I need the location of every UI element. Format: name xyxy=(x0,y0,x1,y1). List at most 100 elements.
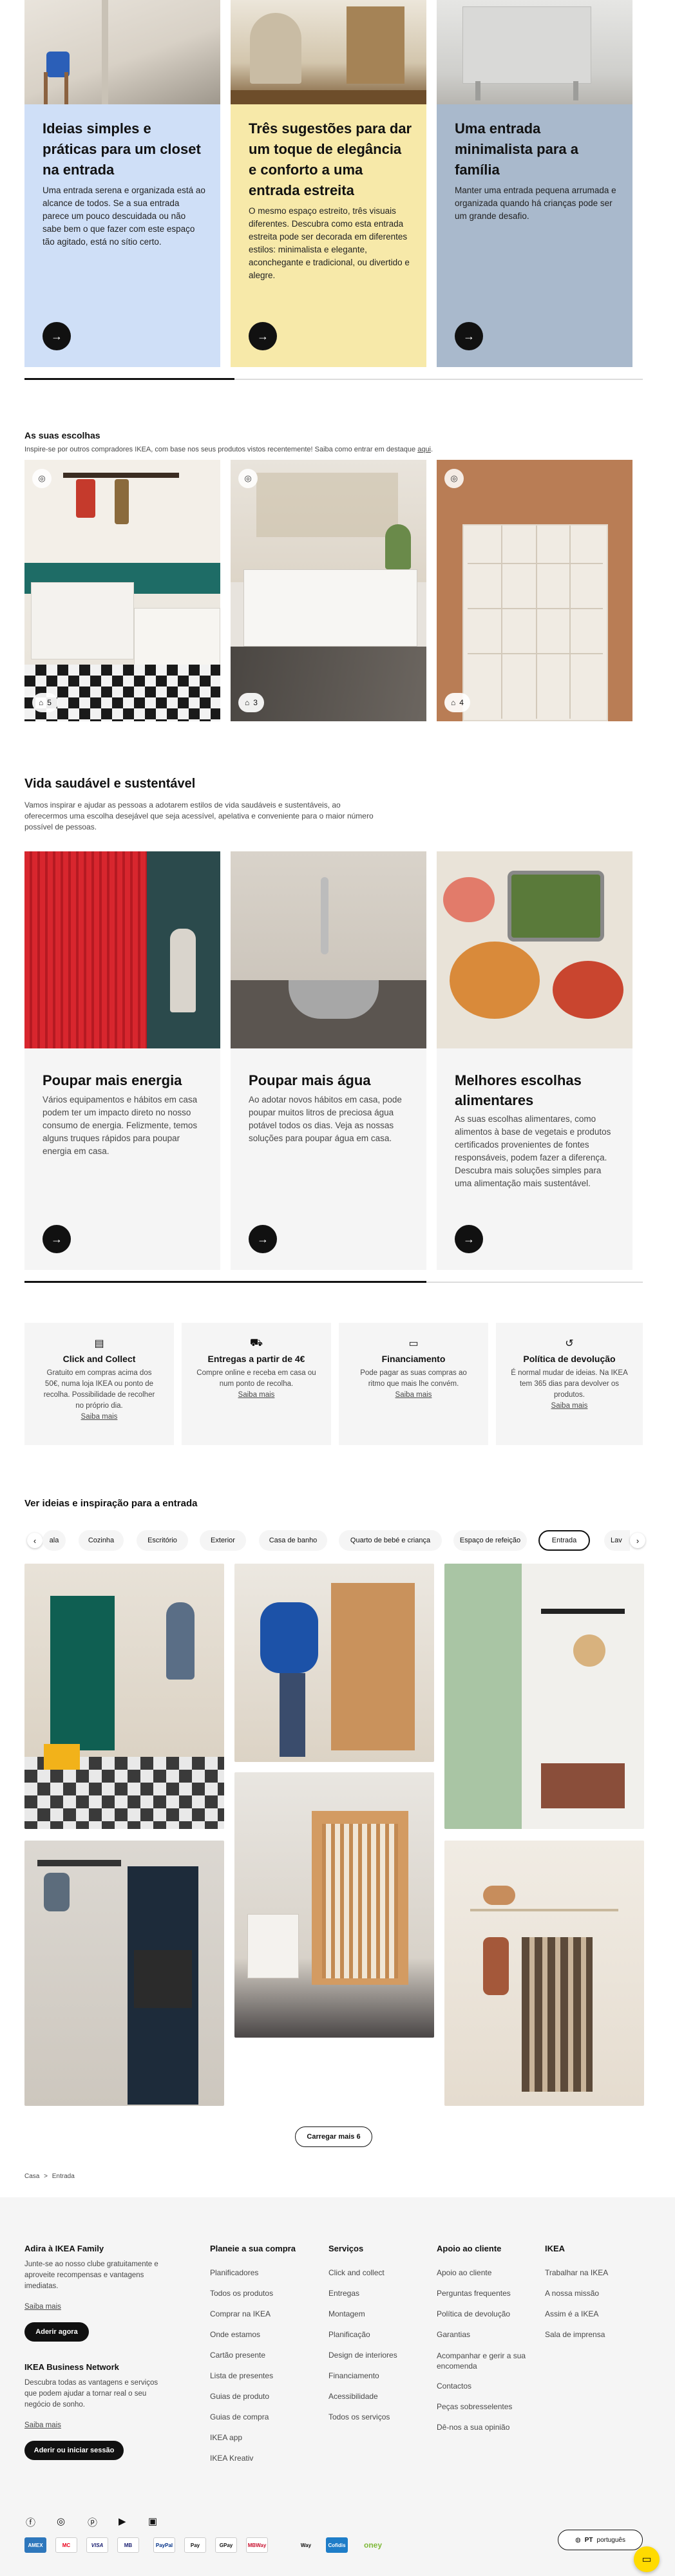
footer-link[interactable]: Onde estamos xyxy=(210,2330,260,2339)
filter-pill[interactable]: Quarto de bebé e criança xyxy=(339,1530,442,1551)
business-saiba-mais-link[interactable]: Saiba mais xyxy=(24,2421,61,2429)
product-tag-badge[interactable]: ⌂ 4 xyxy=(444,693,470,712)
filter-pill[interactable]: ala xyxy=(43,1530,66,1551)
customer-pick-card[interactable]: ◎ ⌂ 3 xyxy=(231,460,426,721)
article-title: Três sugestões para dar um toque de eleg… xyxy=(249,120,412,198)
footer-link[interactable]: Montagem xyxy=(328,2309,365,2318)
footer-link[interactable]: Acessibilidade xyxy=(328,2392,378,2401)
inspiration-image[interactable] xyxy=(24,1564,224,1829)
instagram-icon[interactable]: ◎ xyxy=(57,2515,65,2527)
sustain-card-food[interactable]: Melhores escolhas alimentares As suas es… xyxy=(437,851,632,1270)
footer-link[interactable]: Planificação xyxy=(328,2330,370,2339)
arrow-right-button[interactable]: → xyxy=(43,322,71,350)
camera-lens-icon[interactable]: ◎ xyxy=(238,469,258,488)
arrow-right-button[interactable]: → xyxy=(249,322,277,350)
scroll-right-button[interactable]: › xyxy=(630,1533,645,1548)
customer-pick-card[interactable]: ◎ ⌂ 5 xyxy=(24,460,220,721)
footer-link[interactable]: Todos os produtos xyxy=(210,2289,273,2298)
footer-link[interactable]: Entregas xyxy=(328,2289,359,2298)
footer-link[interactable]: Todos os serviços xyxy=(328,2412,390,2421)
footer-column-title: Serviços xyxy=(328,2244,364,2253)
camera-lens-icon[interactable]: ◎ xyxy=(32,469,52,488)
footer-link[interactable]: Guias de compra xyxy=(210,2412,269,2421)
footer-link[interactable]: Peças sobresselentes xyxy=(437,2402,512,2411)
section-title: Ver ideias e inspiração para a entrada xyxy=(24,1498,198,1509)
section-subtitle: Inspire-se por outros compradores IKEA, … xyxy=(24,444,604,455)
youtube-icon[interactable]: ▶ xyxy=(119,2515,126,2527)
arrow-right-button[interactable]: → xyxy=(455,1225,483,1253)
footer-link[interactable]: Cartão presente xyxy=(210,2351,265,2360)
product-tag-badge[interactable]: ⌂ 5 xyxy=(32,693,58,712)
inspiration-image[interactable] xyxy=(234,1772,434,2038)
footer-link[interactable]: Planificadores xyxy=(210,2268,258,2277)
linkedin-icon[interactable]: ▣ xyxy=(148,2515,157,2527)
filter-pill[interactable]: Casa de banho xyxy=(259,1530,327,1551)
footer-link[interactable]: IKEA app xyxy=(210,2433,242,2442)
filter-pill[interactable]: Espaço de refeição xyxy=(453,1530,527,1551)
load-more-button[interactable]: Carregar mais 6 xyxy=(295,2126,372,2147)
footer-link[interactable]: A nossa missão xyxy=(545,2289,599,2298)
truck-icon: ⛟ xyxy=(249,1338,263,1349)
article-card-family[interactable]: Uma entrada minimalista para a família M… xyxy=(437,0,632,367)
filter-pill[interactable]: Cozinha xyxy=(79,1530,124,1551)
footer-link[interactable]: Design de interiores xyxy=(328,2351,397,2360)
chat-icon: ▭ xyxy=(642,2554,652,2565)
language-selector[interactable]: ◍ PT português xyxy=(558,2530,643,2550)
subtitle-link[interactable]: aqui xyxy=(417,446,431,453)
inspiration-image[interactable] xyxy=(444,1564,644,1829)
carousel-scrollbar-thumb[interactable] xyxy=(24,378,235,380)
service-financing: ▭ Financiamento Pode pagar as suas compr… xyxy=(339,1323,488,1445)
saiba-mais-link[interactable]: Saiba mais xyxy=(81,1413,118,1421)
customer-pick-card[interactable]: ◎ ⌂ 4 xyxy=(437,460,632,721)
filter-pill[interactable]: Lav xyxy=(604,1530,630,1551)
breadcrumb: Casa > Entrada xyxy=(24,2173,75,2180)
inspiration-image[interactable] xyxy=(24,1841,224,2106)
product-tag-badge[interactable]: ⌂ 3 xyxy=(238,693,264,712)
footer-link[interactable]: Financiamento xyxy=(328,2371,379,2380)
carousel-scrollbar-thumb[interactable] xyxy=(24,1281,426,1283)
article-card-narrow[interactable]: Três sugestões para dar um toque de eleg… xyxy=(231,0,426,367)
filter-pill-active[interactable]: Entrada xyxy=(538,1530,590,1551)
scroll-left-button[interactable]: ‹ xyxy=(27,1533,43,1548)
footer-link[interactable]: Lista de presentes xyxy=(210,2371,273,2380)
saiba-mais-link[interactable]: Saiba mais xyxy=(238,1391,275,1399)
join-family-button[interactable]: Aderir agora xyxy=(24,2322,89,2342)
footer-link[interactable]: Sala de imprensa xyxy=(545,2330,605,2339)
footer-link[interactable]: Click and collect xyxy=(328,2268,385,2277)
camera-lens-icon[interactable]: ◎ xyxy=(444,469,464,488)
footer-link[interactable]: Dê-nos a sua opinião xyxy=(437,2423,509,2432)
sustain-card-water[interactable]: Poupar mais água Ao adotar novos hábitos… xyxy=(231,851,426,1270)
footer-link[interactable]: Comprar na IKEA xyxy=(210,2309,271,2318)
footer-link[interactable]: Acompanhar e gerir a sua encomenda xyxy=(437,2351,533,2371)
arrow-right-icon: → xyxy=(463,1232,475,1245)
cofidis-icon: Cofidis xyxy=(326,2537,348,2553)
footer-link[interactable]: IKEA Kreativ xyxy=(210,2454,253,2463)
filter-pill[interactable]: Escritório xyxy=(137,1530,188,1551)
footer-link[interactable]: Assim é a IKEA xyxy=(545,2309,598,2318)
sustain-card-energy[interactable]: Poupar mais energia Vários equipamentos … xyxy=(24,851,220,1270)
saiba-mais-link[interactable]: Saiba mais xyxy=(395,1391,432,1399)
facebook-icon[interactable]: ⓕ xyxy=(26,2515,35,2529)
inspiration-image[interactable] xyxy=(444,1841,644,2106)
chat-button[interactable]: ▭ xyxy=(634,2546,660,2572)
arrow-right-button[interactable]: → xyxy=(455,322,483,350)
footer-link[interactable]: Apoio ao cliente xyxy=(437,2268,491,2277)
footer-link[interactable]: Trabalhar na IKEA xyxy=(545,2268,608,2277)
family-saiba-mais-link[interactable]: Saiba mais xyxy=(24,2303,61,2311)
footer-link[interactable]: Contactos xyxy=(437,2382,471,2391)
arrow-right-button[interactable]: → xyxy=(43,1225,71,1253)
saiba-mais-link[interactable]: Saiba mais xyxy=(551,1402,588,1410)
footer-link[interactable]: Perguntas frequentes xyxy=(437,2289,511,2298)
breadcrumb-home[interactable]: Casa xyxy=(24,2173,39,2180)
join-business-button[interactable]: Aderir ou iniciar sessão xyxy=(24,2441,124,2460)
service-delivery: ⛟ Entregas a partir de 4€ Compre online … xyxy=(182,1323,331,1445)
footer-link[interactable]: Garantias xyxy=(437,2330,470,2339)
globe-icon: ◍ xyxy=(575,2536,581,2544)
inspiration-image[interactable] xyxy=(234,1564,434,1762)
footer-link[interactable]: Política de devolução xyxy=(437,2309,510,2318)
footer-link[interactable]: Guias de produto xyxy=(210,2392,269,2401)
pinterest-icon[interactable]: ⓟ xyxy=(88,2515,97,2529)
article-card-closet[interactable]: Ideias simples e práticas para um closet… xyxy=(24,0,220,367)
filter-pill[interactable]: Exterior xyxy=(200,1530,246,1551)
arrow-right-button[interactable]: → xyxy=(249,1225,277,1253)
